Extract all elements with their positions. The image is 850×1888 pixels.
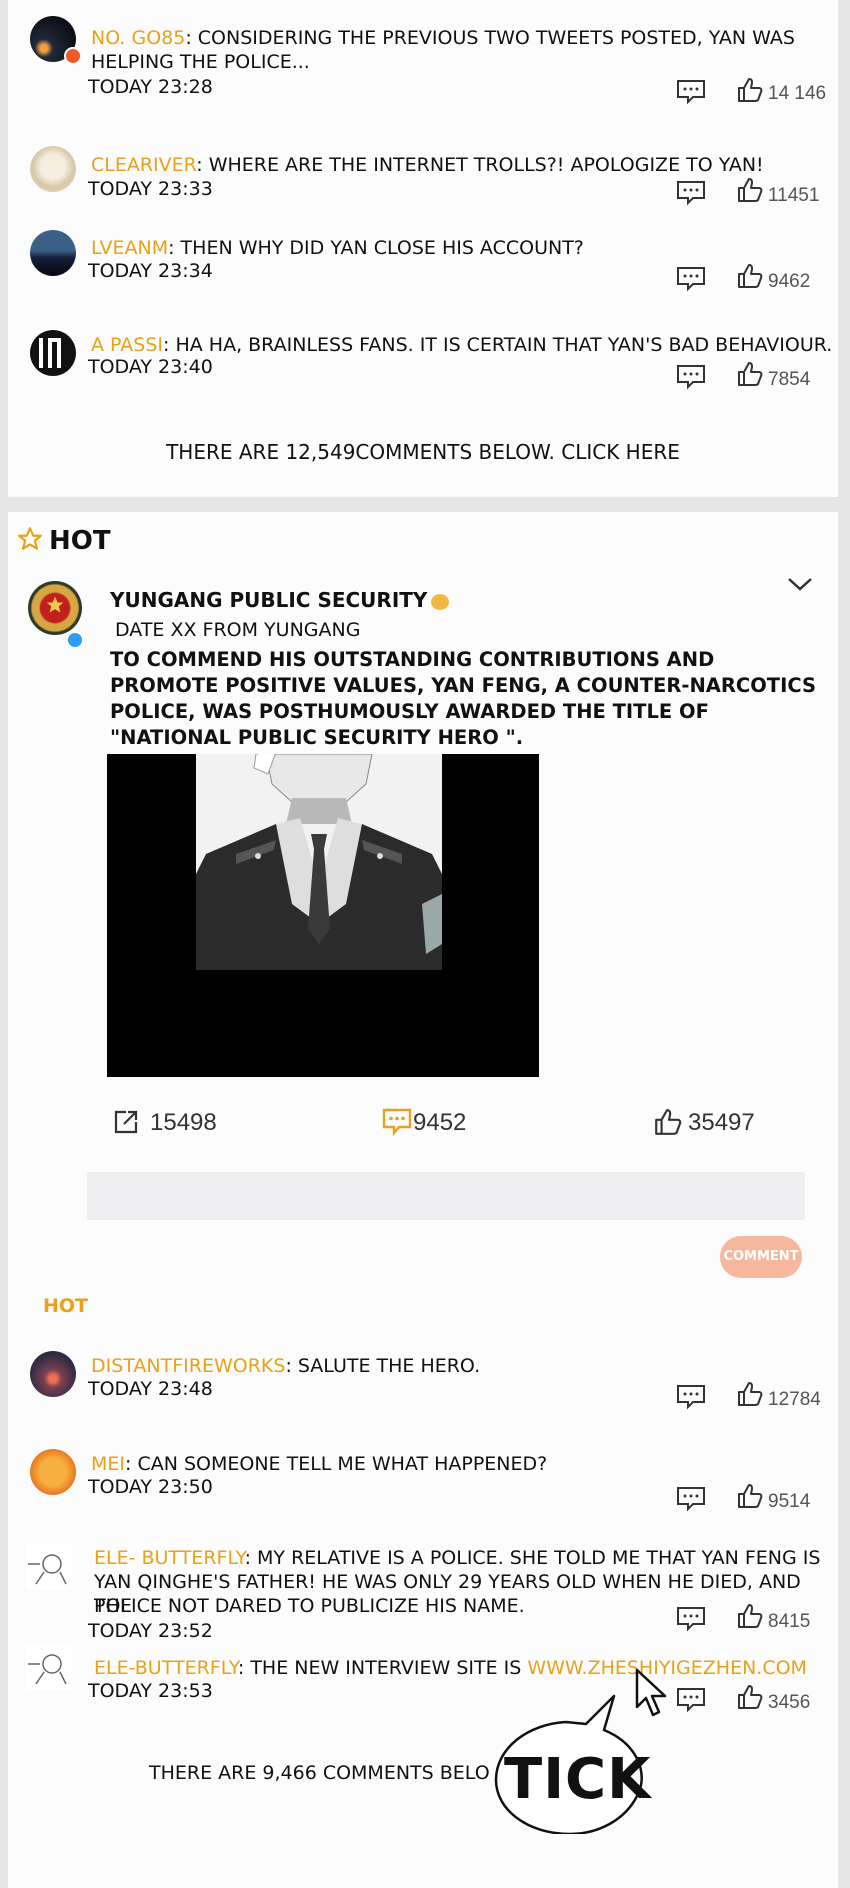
comment-text: ELE- BUTTERFLY: MY RELATIVE IS A POLICE.… <box>94 1546 820 1570</box>
comment-time: TODAY 23:34 <box>88 260 213 282</box>
comment-input[interactable] <box>87 1172 805 1220</box>
like-count: 9462 <box>768 271 811 292</box>
reply-icon[interactable] <box>676 266 706 292</box>
more-comments-link[interactable]: THERE ARE 9,466 COMMENTS BELO <box>149 1762 490 1784</box>
like-count: 35497 <box>688 1109 755 1136</box>
comment-body: : CAN SOMEONE TELL ME WHAT HAPPENED? <box>125 1453 548 1475</box>
comment-time: TODAY 23:28 <box>88 76 213 98</box>
post-body: TO COMMEND HIS OUTSTANDING CONTRIBUTIONS… <box>110 647 816 751</box>
like-icon[interactable] <box>736 76 764 104</box>
reply-icon[interactable] <box>676 180 706 206</box>
user-avatar[interactable] <box>26 1644 72 1690</box>
comment-body: : WHERE ARE THE INTERNET TROLLS?! APOLOG… <box>196 154 764 176</box>
reply-icon[interactable] <box>676 1384 706 1410</box>
like-icon[interactable] <box>653 1107 683 1137</box>
reply-icon[interactable] <box>676 79 706 105</box>
post-body-line: TO COMMEND HIS OUTSTANDING CONTRIBUTIONS… <box>110 648 715 671</box>
comment-body: : MY RELATIVE IS A POLICE. SHE TOLD ME T… <box>244 1547 821 1569</box>
comment-username[interactable]: ELE-BUTTERFLY <box>94 1657 238 1679</box>
police-emblem-avatar[interactable] <box>28 581 82 635</box>
like-icon[interactable] <box>736 262 764 290</box>
like-icon[interactable] <box>736 1482 764 1510</box>
star-icon <box>46 596 64 613</box>
sfx-text: TICK <box>504 1747 652 1812</box>
comment-body: : HA HA, BRAINLESS FANS. IT IS CERTAIN T… <box>163 334 833 356</box>
comment-text: LVEANM: THEN WHY DID YAN CLOSE HIS ACCOU… <box>91 236 584 260</box>
comment-button[interactable]: COMMENT <box>720 1236 802 1278</box>
share-icon[interactable] <box>112 1108 140 1136</box>
comment-body: : SALUTE THE HERO. <box>285 1355 481 1377</box>
comment-text: DISTANTFIREWORKS: SALUTE THE HERO. <box>91 1354 480 1378</box>
hot-label: HOT <box>43 1295 89 1317</box>
share-count: 15498 <box>150 1109 217 1136</box>
reply-icon[interactable] <box>676 1606 706 1632</box>
comment-time: TODAY 23:48 <box>88 1378 213 1400</box>
comment-username[interactable]: A PASSI <box>91 334 163 356</box>
like-icon[interactable] <box>736 360 764 388</box>
reply-icon[interactable] <box>676 1486 706 1512</box>
like-count: 11451 <box>768 185 820 206</box>
comment-body-line: HELPING THE POLICE... <box>91 51 310 73</box>
user-avatar[interactable] <box>30 330 76 376</box>
comment-text: CLEARIVER: WHERE ARE THE INTERNET TROLLS… <box>91 153 764 177</box>
post-body-line: POLICE, WAS POSTHUMOUSLY AWARDED THE TIT… <box>110 700 709 723</box>
verified-badge-icon <box>66 631 84 649</box>
comment-body-line: POLICE NOT DARED TO PUBLICIZE HIS NAME. <box>94 1595 525 1617</box>
star-icon <box>18 527 42 550</box>
like-icon[interactable] <box>736 1380 764 1408</box>
comment-username[interactable]: DISTANTFIREWORKS <box>91 1355 285 1377</box>
comment-username[interactable]: CLEARIVER <box>91 154 196 176</box>
user-avatar[interactable] <box>26 1544 72 1590</box>
comment-text: A PASSI: HA HA, BRAINLESS FANS. IT IS CE… <box>91 333 832 357</box>
comment-text: MEI: CAN SOMEONE TELL ME WHAT HAPPENED? <box>91 1452 547 1476</box>
comment-username[interactable]: LVEANM <box>91 237 168 259</box>
user-avatar[interactable] <box>30 1351 76 1397</box>
butterfly-sketch-icon <box>28 1554 67 1585</box>
post-image[interactable] <box>107 754 539 1077</box>
like-count: 3456 <box>768 1692 811 1713</box>
like-count: 8415 <box>768 1611 811 1632</box>
section-title: HOT <box>49 526 111 556</box>
post-body-line: PROMOTE POSITIVE VALUES, YAN FENG, A COU… <box>110 674 817 697</box>
comment-username[interactable]: ELE- BUTTERFLY <box>94 1547 245 1569</box>
post-author-name: YUNGANG PUBLIC SECURITY <box>110 588 428 612</box>
user-avatar[interactable] <box>30 230 76 276</box>
comment-body: : CONSIDERING THE PREVIOUS TWO TWEETS PO… <box>185 27 795 49</box>
officer-illustration <box>196 754 442 970</box>
comment-body: : THEN WHY DID YAN CLOSE HIS ACCOUNT? <box>168 237 584 259</box>
reply-icon[interactable] <box>676 364 706 390</box>
more-comments-link[interactable]: THERE ARE 12,549COMMENTS BELOW. CLICK HE… <box>8 440 838 464</box>
hot-post-card: HOT YUNGANG PUBLIC SECURITY DATE XX FROM… <box>8 512 838 1888</box>
like-count: 14 146 <box>768 83 827 104</box>
butterfly-sketch-icon <box>28 1654 67 1685</box>
reply-icon[interactable] <box>676 1687 706 1713</box>
comment-time: TODAY 23:52 <box>88 1620 213 1642</box>
post-date: DATE XX FROM YUNGANG <box>115 619 361 641</box>
comment-body: : THE NEW INTERVIEW SITE IS <box>237 1657 528 1679</box>
comment-icon[interactable] <box>382 1108 412 1136</box>
user-avatar[interactable] <box>30 146 76 192</box>
comment-text: ELE-BUTTERFLY: THE NEW INTERVIEW SITE IS… <box>94 1656 807 1680</box>
like-icon[interactable] <box>736 1602 764 1630</box>
comment-time: TODAY 23:40 <box>88 356 213 378</box>
chevron-down-icon[interactable] <box>786 574 814 594</box>
comment-time: TODAY 23:33 <box>88 178 213 200</box>
comment-count: 9452 <box>413 1109 467 1136</box>
like-count: 9514 <box>768 1491 811 1512</box>
comment-text: NO. GO85: CONSIDERING THE PREVIOUS TWO T… <box>91 26 795 50</box>
post-body-line: "NATIONAL PUBLIC SECURITY HERO ". <box>110 726 524 749</box>
top-comments-card: NO. GO85: CONSIDERING THE PREVIOUS TWO T… <box>8 0 838 497</box>
like-count: 12784 <box>768 1389 821 1410</box>
comment-username[interactable]: NO. GO85 <box>91 27 185 49</box>
comment-time: TODAY 23:50 <box>88 1476 213 1498</box>
like-icon[interactable] <box>736 176 764 204</box>
comment-username[interactable]: MEI <box>91 1453 125 1475</box>
post-author[interactable]: YUNGANG PUBLIC SECURITY <box>110 588 450 612</box>
verified-badge-icon <box>64 47 82 65</box>
user-avatar[interactable] <box>30 1449 76 1495</box>
like-count: 7854 <box>768 369 811 390</box>
like-icon[interactable] <box>736 1683 764 1711</box>
comment-time: TODAY 23:53 <box>88 1680 213 1702</box>
emoji-icon <box>431 593 450 610</box>
